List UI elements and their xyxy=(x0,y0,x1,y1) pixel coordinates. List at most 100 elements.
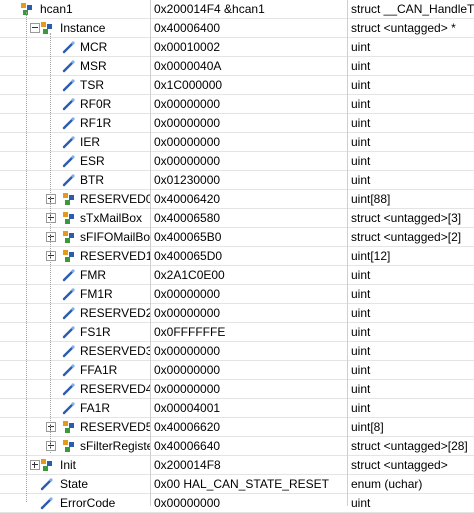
type-cell: uint xyxy=(351,154,371,168)
value-cell[interactable]: 0x40006640 xyxy=(151,437,347,455)
watch-row-msr[interactable]: MSR 0x0000040A uint xyxy=(0,57,474,76)
watch-row-sfilterregister[interactable]: sFilterRegister 0x40006640 struct <untagge… xyxy=(0,437,474,456)
name-cell[interactable]: RESERVED5 xyxy=(0,418,150,436)
expand-toggle-icon[interactable] xyxy=(46,213,56,223)
type-cell: struct <untagged>[28] xyxy=(351,439,468,453)
name-cell[interactable]: sFilterRegister xyxy=(0,437,150,455)
variable-icon xyxy=(62,363,76,377)
watch-row-fmr[interactable]: FMR 0x2A1C0E00 uint xyxy=(0,266,474,285)
name-cell[interactable]: FS1R xyxy=(0,323,150,341)
type-cell: uint xyxy=(351,173,371,187)
name-cell[interactable]: TSR xyxy=(0,76,150,94)
name-cell[interactable]: Init xyxy=(0,456,150,474)
variable-name: Instance xyxy=(60,21,106,35)
watch-row-ier[interactable]: IER 0x00000000 uint xyxy=(0,133,474,152)
name-cell[interactable]: hcan1 xyxy=(0,0,150,18)
value-cell[interactable]: 0x00000000 xyxy=(151,342,347,360)
name-cell[interactable]: RESERVED3 xyxy=(0,342,150,360)
name-cell[interactable]: RF1R xyxy=(0,114,150,132)
value-cell[interactable]: 0x00000000 xyxy=(151,361,347,379)
column-separator-name-value[interactable] xyxy=(150,0,151,506)
watch-row-instance[interactable]: Instance 0x40006400 struct <untagged> * xyxy=(0,19,474,38)
value-cell[interactable]: 0x2A1C0E00 xyxy=(151,266,347,284)
name-cell[interactable]: RF0R xyxy=(0,95,150,113)
value-cell[interactable]: 0x40006620 xyxy=(151,418,347,436)
watch-row-fm1r[interactable]: FM1R 0x00000000 uint xyxy=(0,285,474,304)
name-cell[interactable]: sTxMailBox xyxy=(0,209,150,227)
value-cell[interactable]: 0x01230000 xyxy=(151,171,347,189)
expand-toggle-icon[interactable] xyxy=(46,441,56,451)
expand-toggle-icon[interactable] xyxy=(46,251,56,261)
value-cell[interactable]: 0x00000000 xyxy=(151,152,347,170)
watch-row-reserved0[interactable]: RESERVED0 0x40006420 uint[88] xyxy=(0,190,474,209)
value-cell[interactable]: 0x200014F8 xyxy=(151,456,347,474)
name-cell[interactable]: ErrorCode xyxy=(0,494,150,512)
expand-toggle-icon[interactable] xyxy=(46,232,56,242)
column-separator-value-type[interactable] xyxy=(347,0,348,506)
name-cell[interactable]: BTR xyxy=(0,171,150,189)
collapse-toggle-icon[interactable] xyxy=(30,23,40,33)
name-cell[interactable]: Instance xyxy=(0,19,150,37)
value-cell[interactable]: 0x00004001 xyxy=(151,399,347,417)
name-cell[interactable]: ESR xyxy=(0,152,150,170)
value-cell[interactable]: 0x00 HAL_CAN_STATE_RESET xyxy=(151,475,347,493)
name-cell[interactable]: IER xyxy=(0,133,150,151)
value-cell[interactable]: 0x400065B0 xyxy=(151,228,347,246)
watch-row-reserved3[interactable]: RESERVED3 0x00000000 uint xyxy=(0,342,474,361)
name-cell[interactable]: State xyxy=(0,475,150,493)
name-cell[interactable]: FFA1R xyxy=(0,361,150,379)
watch-row-rf1r[interactable]: RF1R 0x00000000 uint xyxy=(0,114,474,133)
value-cell[interactable]: 0x40006400 xyxy=(151,19,347,37)
value-cell[interactable]: 0x00000000 xyxy=(151,380,347,398)
name-cell[interactable]: MSR xyxy=(0,57,150,75)
struct-icon xyxy=(62,439,76,453)
value-cell[interactable]: 0x00000000 xyxy=(151,494,347,512)
watch-row-reserved2[interactable]: RESERVED2 0x00000000 uint xyxy=(0,304,474,323)
expand-toggle-icon[interactable] xyxy=(46,194,56,204)
value-cell[interactable]: 0x00000000 xyxy=(151,114,347,132)
value-cell[interactable]: 0x0FFFFFFE xyxy=(151,323,347,341)
watch-row-hcan1[interactable]: hcan1 0x200014F4 &hcan1 struct __CAN_Handl… xyxy=(0,0,474,19)
watch-row-reserved4[interactable]: RESERVED4 0x00000000 uint xyxy=(0,380,474,399)
watch-row-mcr[interactable]: MCR 0x00010002 uint xyxy=(0,38,474,57)
value-cell[interactable]: 0x00000000 xyxy=(151,133,347,151)
variable-name: TSR xyxy=(80,78,104,92)
watch-row-fs1r[interactable]: FS1R 0x0FFFFFFE uint xyxy=(0,323,474,342)
name-cell[interactable]: RESERVED0 xyxy=(0,190,150,208)
watch-row-errorcode[interactable]: ErrorCode 0x00000000 uint xyxy=(0,494,474,513)
value-cell[interactable]: 0x00000000 xyxy=(151,304,347,322)
value-cell[interactable]: 0x400065D0 xyxy=(151,247,347,265)
value-cell[interactable]: 0x1C000000 xyxy=(151,76,347,94)
watch-row-reserved5[interactable]: RESERVED5 0x40006620 uint[8] xyxy=(0,418,474,437)
value-cell[interactable]: 0x0000040A xyxy=(151,57,347,75)
watch-row-esr[interactable]: ESR 0x00000000 uint xyxy=(0,152,474,171)
value-cell[interactable]: 0x00000000 xyxy=(151,95,347,113)
name-cell[interactable]: RESERVED1 xyxy=(0,247,150,265)
value-cell[interactable]: 0x40006580 xyxy=(151,209,347,227)
value-cell[interactable]: 0x40006420 xyxy=(151,190,347,208)
watch-row-stxmailbox[interactable]: sTxMailBox 0x40006580 struct <untagged>[3] xyxy=(0,209,474,228)
watch-row-rf0r[interactable]: RF0R 0x00000000 uint xyxy=(0,95,474,114)
name-cell[interactable]: FMR xyxy=(0,266,150,284)
expand-toggle-icon[interactable] xyxy=(30,460,40,470)
watch-row-tsr[interactable]: TSR 0x1C000000 uint xyxy=(0,76,474,95)
variable-icon xyxy=(62,401,76,415)
watch-row-reserved1[interactable]: RESERVED1 0x400065D0 uint[12] xyxy=(0,247,474,266)
name-cell[interactable]: RESERVED2 xyxy=(0,304,150,322)
watch-row-btr[interactable]: BTR 0x01230000 uint xyxy=(0,171,474,190)
watch-row-fa1r[interactable]: FA1R 0x00004001 uint xyxy=(0,399,474,418)
value-cell[interactable]: 0x200014F4 &hcan1 xyxy=(151,0,347,18)
name-cell[interactable]: RESERVED4 xyxy=(0,380,150,398)
expand-toggle-icon[interactable] xyxy=(46,422,56,432)
name-cell[interactable]: MCR xyxy=(0,38,150,56)
watch-row-sfifomailbox[interactable]: sFIFOMailBox 0x400065B0 struct <untagged>[… xyxy=(0,228,474,247)
variable-name: sFIFOMailBox xyxy=(80,230,150,244)
name-cell[interactable]: FM1R xyxy=(0,285,150,303)
name-cell[interactable]: sFIFOMailBox xyxy=(0,228,150,246)
watch-row-init[interactable]: Init 0x200014F8 struct <untagged> xyxy=(0,456,474,475)
watch-row-ffa1r[interactable]: FFA1R 0x00000000 uint xyxy=(0,361,474,380)
name-cell[interactable]: FA1R xyxy=(0,399,150,417)
value-cell[interactable]: 0x00010002 xyxy=(151,38,347,56)
watch-row-state[interactable]: State 0x00 HAL_CAN_STATE_RESET enum (uchar… xyxy=(0,475,474,494)
value-cell[interactable]: 0x00000000 xyxy=(151,285,347,303)
